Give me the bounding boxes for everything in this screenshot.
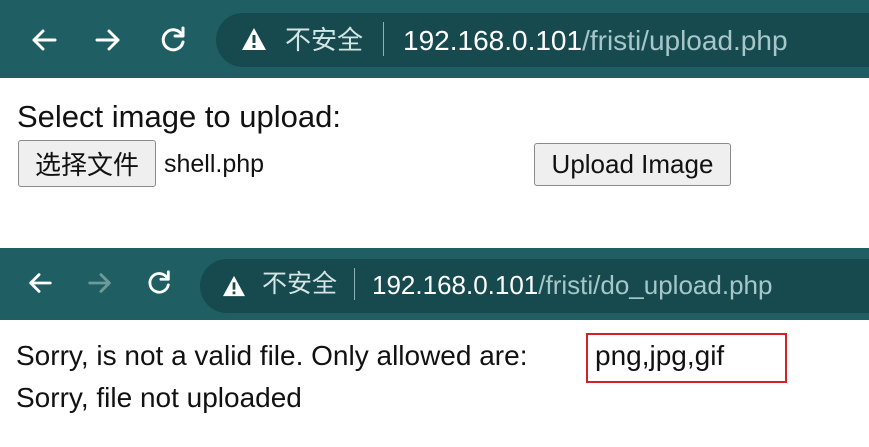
reload-icon[interactable]	[155, 22, 191, 58]
error-message-invalid-file: Sorry, is not a valid file. Only allowed…	[16, 340, 528, 371]
warning-triangle-icon[interactable]	[241, 27, 267, 56]
url-host: 192.168.0.101	[372, 270, 539, 300]
error-message-not-uploaded: Sorry, file not uploaded	[16, 382, 302, 413]
warning-triangle-icon[interactable]	[222, 275, 246, 302]
upload-heading: Select image to upload:	[17, 99, 341, 134]
url-path: /fristi/do_upload.php	[538, 270, 773, 300]
url-text[interactable]: 192.168.0.101/fristi/do_upload.php	[372, 272, 772, 298]
choose-file-button[interactable]: 选择文件	[18, 140, 156, 187]
browser-toolbar-do-upload: 不安全 192.168.0.101/fristi/do_upload.php	[0, 248, 869, 320]
selected-file-name: shell.php	[164, 150, 265, 178]
browser-toolbar-upload: 不安全 192.168.0.101/fristi/upload.php	[0, 0, 869, 78]
url-path: /fristi/upload.php	[582, 25, 788, 56]
security-label[interactable]: 不安全	[285, 27, 363, 53]
security-label[interactable]: 不安全	[262, 272, 337, 297]
allowed-file-types: png,jpg,gif	[595, 340, 725, 371]
reload-icon[interactable]	[142, 266, 176, 300]
back-arrow-icon[interactable]	[23, 266, 57, 300]
url-host: 192.168.0.101	[403, 25, 583, 56]
url-text[interactable]: 192.168.0.101/fristi/upload.php	[403, 27, 788, 55]
back-arrow-icon[interactable]	[26, 22, 62, 58]
address-divider	[383, 22, 384, 56]
upload-image-button[interactable]: Upload Image	[534, 143, 731, 186]
address-divider	[354, 268, 355, 300]
forward-arrow-icon[interactable]	[90, 22, 126, 58]
forward-arrow-icon[interactable]	[83, 266, 117, 300]
